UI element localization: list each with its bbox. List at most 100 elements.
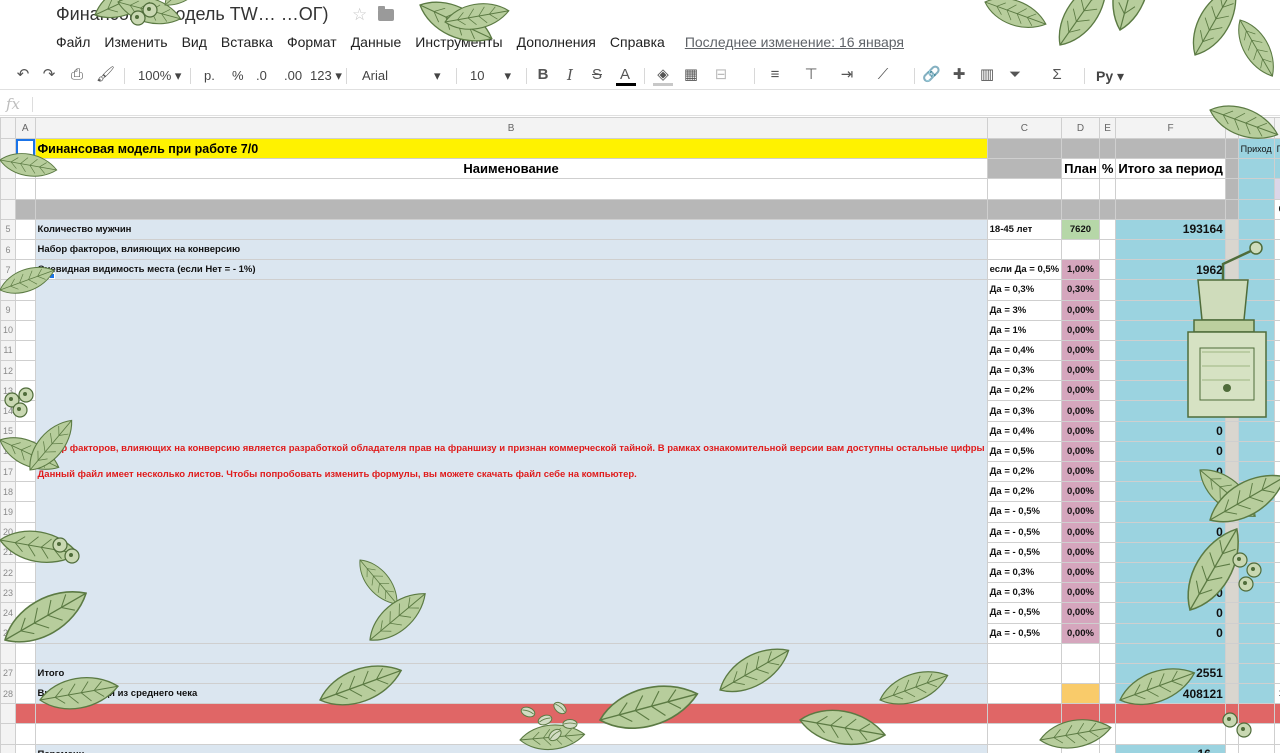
condition-cell[interactable]: Да = 0,2% bbox=[986, 460, 1063, 483]
cell[interactable] bbox=[15, 723, 36, 745]
row-header[interactable] bbox=[0, 158, 17, 180]
condition-cell[interactable]: Да = 0,4% bbox=[986, 339, 1063, 362]
cell[interactable] bbox=[15, 460, 36, 483]
plan-cell[interactable]: 0,00% bbox=[1061, 602, 1100, 624]
cell[interactable] bbox=[1237, 259, 1275, 281]
cell[interactable] bbox=[15, 440, 36, 463]
cell[interactable] bbox=[15, 521, 36, 543]
cell[interactable] bbox=[986, 703, 1063, 725]
selection-handle[interactable] bbox=[49, 273, 55, 279]
cell[interactable] bbox=[1237, 319, 1275, 341]
total-cell[interactable]: 0 bbox=[1115, 360, 1226, 382]
cell[interactable] bbox=[15, 380, 36, 402]
cell[interactable] bbox=[1115, 703, 1226, 725]
period-cell[interactable]: 23 bbox=[1273, 279, 1280, 301]
row-header[interactable] bbox=[0, 178, 17, 200]
cell[interactable] bbox=[1224, 662, 1239, 685]
percent-button[interactable]: % bbox=[232, 66, 244, 86]
plan-cell[interactable]: 0,00% bbox=[1061, 400, 1100, 422]
cell[interactable] bbox=[15, 319, 36, 341]
total-cell[interactable]: 0 bbox=[1115, 561, 1226, 584]
cell[interactable] bbox=[1224, 137, 1239, 160]
row-header[interactable]: 9 bbox=[0, 299, 17, 321]
period-number[interactable]: 1 bbox=[1273, 158, 1280, 180]
cell[interactable] bbox=[1098, 743, 1117, 753]
menu-file[interactable]: Файл bbox=[56, 34, 90, 50]
cell[interactable] bbox=[1098, 703, 1117, 725]
strikethrough-button[interactable]: S bbox=[588, 66, 606, 84]
period-cell[interactable]: 0 bbox=[1273, 339, 1280, 362]
cell[interactable] bbox=[1098, 299, 1117, 321]
cell[interactable] bbox=[1115, 642, 1226, 664]
conversion-note[interactable]: Набор факторов, влияющих на конверсию яв… bbox=[34, 279, 988, 644]
cell[interactable] bbox=[986, 723, 1063, 745]
cell[interactable] bbox=[1224, 683, 1239, 705]
total-cell[interactable]: 408121 bbox=[1115, 683, 1226, 705]
cell[interactable] bbox=[1237, 238, 1275, 261]
period-cell[interactable]: 15850 bbox=[1273, 683, 1280, 705]
period-cell[interactable]: 0 bbox=[1273, 400, 1280, 422]
condition-cell[interactable]: Да = - 0,5% bbox=[986, 602, 1063, 624]
cell[interactable] bbox=[15, 178, 36, 200]
row-header[interactable] bbox=[0, 723, 17, 745]
total-cell[interactable]: 0 bbox=[1115, 622, 1226, 644]
cell[interactable] bbox=[1098, 521, 1117, 543]
cell[interactable] bbox=[1224, 279, 1239, 301]
cell[interactable] bbox=[986, 642, 1063, 664]
plan-cell[interactable]: 0,00% bbox=[1061, 521, 1100, 543]
cell[interactable] bbox=[15, 339, 36, 362]
row-header[interactable]: 14 bbox=[0, 400, 17, 422]
cell[interactable] bbox=[1115, 198, 1226, 220]
plan-cell[interactable]: 7620 bbox=[1061, 218, 1100, 240]
cell[interactable] bbox=[1224, 481, 1239, 503]
menu-view[interactable]: Вид bbox=[182, 34, 207, 50]
total-cell[interactable]: 0 bbox=[1115, 602, 1226, 624]
period-cell[interactable]: 0 bbox=[1273, 299, 1280, 321]
cell[interactable] bbox=[1237, 299, 1275, 321]
cell[interactable] bbox=[986, 178, 1063, 200]
cell[interactable] bbox=[15, 703, 36, 725]
row-name[interactable]: Очевидная видимость места (если Нет = - … bbox=[34, 259, 988, 281]
cell[interactable] bbox=[15, 662, 36, 685]
cell[interactable] bbox=[1224, 440, 1239, 463]
row-header[interactable]: 28 bbox=[0, 683, 17, 705]
cell[interactable] bbox=[1224, 158, 1239, 180]
total-cell[interactable]: 0 bbox=[1115, 481, 1226, 503]
merge-cells-icon[interactable]: ⊟ bbox=[712, 66, 730, 84]
cell[interactable] bbox=[1098, 642, 1117, 664]
period-cell[interactable]: 99 bbox=[1273, 662, 1280, 685]
cell[interactable] bbox=[1098, 218, 1117, 240]
cell[interactable] bbox=[1098, 481, 1117, 503]
condition-cell[interactable]: Да = 0,3% bbox=[986, 360, 1063, 382]
cell[interactable] bbox=[15, 561, 36, 584]
cell[interactable] bbox=[15, 259, 36, 281]
menu-format[interactable]: Формат bbox=[287, 34, 337, 50]
total-cell[interactable]: 16… bbox=[1115, 743, 1226, 753]
header-plan[interactable]: План bbox=[1061, 158, 1100, 180]
total-cell[interactable]: 193164 bbox=[1115, 218, 1226, 240]
cell[interactable] bbox=[1237, 198, 1275, 220]
row-header[interactable] bbox=[0, 198, 17, 220]
cell[interactable] bbox=[1224, 642, 1239, 664]
cell[interactable] bbox=[1237, 460, 1275, 483]
cell[interactable] bbox=[1098, 137, 1117, 160]
row-header[interactable]: 15 bbox=[0, 420, 17, 442]
cell[interactable] bbox=[1098, 440, 1117, 463]
cell[interactable] bbox=[1237, 279, 1275, 301]
increase-decimal-button[interactable]: .00 bbox=[284, 66, 302, 86]
condition-cell[interactable]: Да = 0,3% bbox=[986, 582, 1063, 604]
cell[interactable] bbox=[1224, 178, 1239, 200]
cell[interactable] bbox=[1224, 420, 1239, 442]
cell[interactable] bbox=[1098, 360, 1117, 382]
cell[interactable] bbox=[1237, 178, 1275, 200]
period-cell[interactable]: 0 bbox=[1273, 541, 1280, 563]
column-header[interactable]: A bbox=[15, 117, 36, 139]
total-cell[interactable]: 0 bbox=[1115, 541, 1226, 563]
total-cell[interactable]: 0 bbox=[1115, 460, 1226, 483]
header-name[interactable]: Наименование bbox=[34, 158, 988, 180]
row-header[interactable]: 27 bbox=[0, 662, 17, 685]
period-cell[interactable]: 0 bbox=[1273, 561, 1280, 584]
row-header[interactable]: 21 bbox=[0, 541, 17, 563]
cell[interactable] bbox=[1061, 642, 1100, 664]
cell[interactable] bbox=[1237, 703, 1275, 725]
